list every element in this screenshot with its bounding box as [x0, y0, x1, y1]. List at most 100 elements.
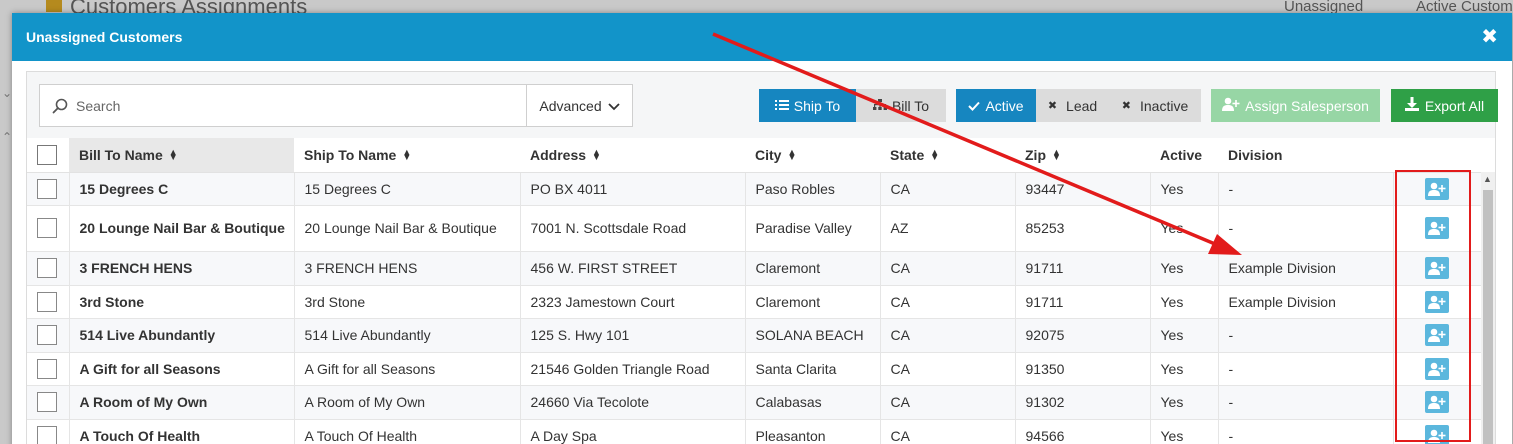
assign-user-button[interactable] — [1425, 257, 1449, 279]
column-header-ship-to-name[interactable]: Ship To Name ▲ ▼ — [294, 138, 520, 173]
chevron-down-icon — [608, 98, 620, 114]
row-action-cell — [1393, 419, 1482, 444]
active-cell: Yes — [1150, 318, 1219, 353]
address-cell: 125 S. Hwy 101 — [520, 318, 746, 353]
zip-cell: 94566 — [1015, 419, 1151, 444]
bill-to-name-cell: A Room of My Own — [69, 385, 295, 420]
assign-user-button[interactable] — [1425, 177, 1449, 200]
modal-header: Unassigned Customers ✖ — [12, 13, 1512, 61]
state-cell: CA — [880, 172, 1016, 206]
row-checkbox[interactable] — [37, 358, 57, 379]
row-checkbox[interactable] — [37, 392, 57, 412]
active-cell: Yes — [1150, 385, 1219, 420]
assign-user-button[interactable] — [1425, 391, 1449, 413]
column-header-address[interactable]: Address ▲ ▼ — [520, 138, 745, 173]
row-action-cell — [1393, 285, 1482, 319]
zip-cell: 92075 — [1015, 318, 1151, 353]
download-icon — [1404, 97, 1419, 114]
vertical-scrollbar[interactable]: ▲ — [1481, 172, 1495, 444]
sitemap-icon — [872, 98, 887, 114]
sort-icon: ▲ ▼ — [1052, 147, 1061, 163]
assign-salesperson-button[interactable]: Assign Salesperson — [1211, 89, 1380, 122]
user-plus-icon — [1428, 221, 1446, 235]
scroll-up-icon[interactable]: ▲ — [1483, 174, 1492, 184]
export-all-button[interactable]: Export All — [1391, 89, 1498, 122]
row-checkbox[interactable] — [37, 218, 57, 238]
ship-to-name-cell: A Gift for all Seasons — [294, 352, 521, 386]
active-cell: Yes — [1150, 251, 1219, 286]
table-row[interactable]: A Gift for all Seasons A Gift for all Sea… — [27, 352, 1482, 386]
city-cell: Claremont — [745, 285, 881, 319]
active-cell: Yes — [1150, 352, 1219, 386]
customers-panel: Advanced Ship To Bill To — [26, 71, 1498, 444]
row-action-cell — [1393, 172, 1482, 206]
column-header-city[interactable]: City ▲ ▼ — [745, 138, 880, 173]
table-row[interactable]: 20 Lounge Nail Bar & Boutique 20 Lounge N… — [27, 205, 1482, 252]
table-row[interactable]: 15 Degrees C 15 Degrees C PO BX 4011 Paso R… — [27, 172, 1482, 206]
assign-user-button[interactable] — [1425, 324, 1449, 346]
assign-salesperson-label: Assign Salesperson — [1245, 97, 1369, 114]
status-filter-group: Active ✖ Lead ✖ Inactive — [956, 89, 1201, 122]
lead-filter-button[interactable]: ✖ Lead — [1036, 89, 1109, 122]
table-row[interactable]: A Room of My Own A Room of My Own 24660 Vi… — [27, 385, 1482, 420]
row-select-cell — [27, 419, 70, 444]
advanced-search-dropdown[interactable]: Advanced — [526, 85, 632, 126]
assign-user-button[interactable] — [1425, 290, 1449, 313]
ship-to-toggle-button[interactable]: Ship To — [759, 89, 856, 122]
address-cell: 2323 Jamestown Court — [520, 285, 746, 319]
bill-to-name-cell: 3 FRENCH HENS — [69, 251, 295, 286]
x-icon: ✖ — [1121, 100, 1131, 112]
table-row[interactable]: A Touch Of Health A Touch Of Health A Day … — [27, 419, 1482, 444]
ship-to-name-cell: A Touch Of Health — [294, 419, 521, 444]
row-checkbox[interactable] — [37, 178, 57, 199]
row-action-cell — [1393, 385, 1482, 420]
table-row[interactable]: 514 Live Abundantly 514 Live Abundantly 12… — [27, 318, 1482, 353]
table-row[interactable]: 3 FRENCH HENS 3 FRENCH HENS 456 W. FIRST S… — [27, 251, 1482, 286]
ship-to-label: Ship To — [793, 97, 841, 114]
inactive-filter-button[interactable]: ✖ Inactive — [1109, 89, 1201, 122]
ship-to-name-cell: 514 Live Abundantly — [294, 318, 521, 353]
column-header-actions — [1393, 138, 1481, 173]
row-action-cell — [1393, 251, 1482, 286]
row-checkbox[interactable] — [37, 426, 57, 444]
row-checkbox[interactable] — [37, 325, 57, 345]
background-tab-unassigned[interactable]: Unassigned — [1284, 0, 1363, 14]
zip-cell: 91302 — [1015, 385, 1151, 420]
background-page-title: Customers Assignments — [46, 0, 307, 14]
assign-user-button[interactable] — [1425, 357, 1449, 380]
select-all-checkbox[interactable] — [37, 144, 57, 165]
zip-cell: 85253 — [1015, 205, 1151, 252]
address-cell: 7001 N. Scottsdale Road — [520, 205, 746, 252]
ship-to-name-cell: 3 FRENCH HENS — [294, 251, 521, 286]
address-cell: 456 W. FIRST STREET — [520, 251, 746, 286]
row-select-cell — [27, 285, 70, 319]
row-action-cell — [1393, 318, 1482, 353]
column-header-bill-to-name[interactable]: Bill To Name ▲ ▼ — [69, 138, 294, 173]
row-select-cell — [27, 318, 70, 353]
assign-user-button[interactable] — [1425, 217, 1449, 239]
user-plus-icon — [1428, 182, 1446, 196]
row-checkbox[interactable] — [37, 291, 57, 312]
assign-user-button[interactable] — [1425, 425, 1449, 444]
user-plus-icon — [1428, 362, 1446, 376]
address-cell: 21546 Golden Triangle Road — [520, 352, 746, 386]
city-cell: Paradise Valley — [745, 205, 881, 252]
row-action-cell — [1393, 352, 1482, 386]
row-checkbox[interactable] — [37, 258, 57, 278]
bill-to-name-cell: 3rd Stone — [69, 285, 295, 319]
background-tab-active[interactable]: Active Custom — [1416, 0, 1513, 14]
scrollbar-thumb[interactable] — [1483, 190, 1493, 444]
column-header-division: Division — [1218, 138, 1393, 173]
state-cell: CA — [880, 352, 1016, 386]
close-icon[interactable]: ✖ — [1481, 27, 1498, 47]
table-row[interactable]: 3rd Stone 3rd Stone 2323 Jamestown Court Cl… — [27, 285, 1482, 319]
bill-to-toggle-button[interactable]: Bill To — [856, 89, 946, 122]
active-filter-button[interactable]: Active — [956, 89, 1036, 122]
division-cell: - — [1218, 352, 1394, 386]
toolbar: Advanced Ship To Bill To — [27, 72, 1498, 138]
unassigned-customers-modal: Unassigned Customers ✖ Advanced — [12, 13, 1512, 444]
column-header-zip[interactable]: Zip ▲ ▼ — [1015, 138, 1150, 173]
column-header-state[interactable]: State ▲ ▼ — [880, 138, 1015, 173]
search-input[interactable] — [76, 85, 526, 126]
ship-to-name-cell: 15 Degrees C — [294, 172, 521, 206]
